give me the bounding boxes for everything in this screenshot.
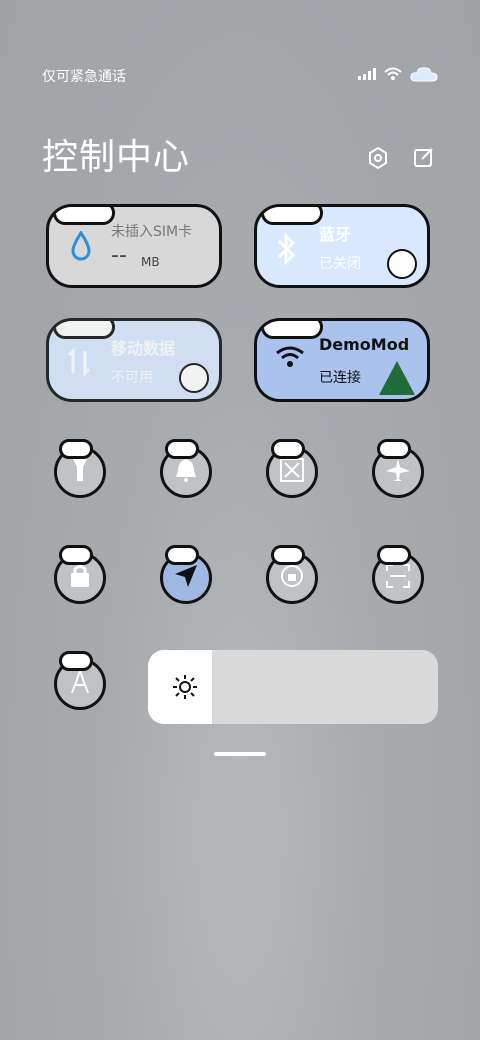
location-icon bbox=[173, 563, 199, 593]
cloud-icon bbox=[410, 66, 438, 86]
carrier-text: 仅可紧急通话 bbox=[42, 69, 126, 85]
bell-icon bbox=[174, 457, 198, 487]
lock-icon bbox=[69, 563, 91, 593]
lock-toggle[interactable] bbox=[54, 545, 106, 604]
wifi-icon bbox=[384, 67, 402, 85]
wifi-status: 已连接 bbox=[319, 370, 361, 386]
snowman-decoration bbox=[387, 249, 417, 279]
signal-icon bbox=[358, 68, 376, 84]
snow-cap bbox=[59, 439, 93, 459]
flashlight-toggle[interactable] bbox=[54, 439, 106, 498]
sim-value: -- bbox=[111, 243, 127, 268]
mobile-data-label: 移动数据 bbox=[111, 339, 176, 358]
a-icon bbox=[67, 668, 93, 699]
snow-cap bbox=[59, 651, 93, 671]
flashlight-icon bbox=[71, 457, 89, 487]
bluetooth-icon bbox=[275, 231, 299, 271]
sim-unit: MB bbox=[141, 255, 160, 269]
sim-status-text: 未插入SIM卡 bbox=[111, 224, 193, 240]
water-drop-icon bbox=[67, 230, 95, 267]
snow-cap bbox=[261, 321, 323, 339]
page-title: 控制中心 bbox=[42, 137, 191, 178]
bluetooth-tile[interactable]: 蓝牙 已关闭 bbox=[254, 204, 430, 288]
snow-cap bbox=[261, 207, 323, 225]
bell-toggle[interactable] bbox=[160, 439, 212, 498]
cut-icon bbox=[279, 457, 305, 487]
snow-cap bbox=[59, 545, 93, 565]
data-arrows-icon bbox=[67, 345, 91, 383]
scan-icon bbox=[385, 563, 411, 593]
snow-cap bbox=[377, 545, 411, 565]
snow-cap bbox=[53, 321, 115, 339]
auto-brightness-toggle[interactable] bbox=[54, 651, 106, 710]
snow-cap bbox=[53, 207, 115, 225]
screenshot-toggle[interactable] bbox=[266, 439, 318, 498]
sim-card-tile[interactable]: 未插入SIM卡 -- MB bbox=[46, 204, 222, 288]
mobile-data-tile[interactable]: 移动数据 不可用 bbox=[46, 318, 222, 402]
location-toggle[interactable] bbox=[160, 545, 212, 604]
snow-cap bbox=[377, 439, 411, 459]
brightness-slider[interactable] bbox=[148, 650, 438, 724]
wifi-icon bbox=[275, 345, 305, 373]
wifi-tile[interactable]: DemoMod 已连接 bbox=[254, 318, 430, 402]
wifi-ssid: DemoMod bbox=[319, 335, 410, 354]
sun-icon bbox=[172, 674, 198, 704]
edit-icon[interactable] bbox=[412, 146, 436, 174]
rotate-icon bbox=[279, 563, 305, 593]
status-icons bbox=[358, 66, 438, 86]
rotate-toggle[interactable] bbox=[266, 545, 318, 604]
snow-cap bbox=[271, 439, 305, 459]
settings-icon[interactable] bbox=[366, 146, 390, 174]
airplane-icon bbox=[384, 457, 412, 487]
bluetooth-label: 蓝牙 bbox=[319, 225, 352, 244]
mobile-data-status: 不可用 bbox=[111, 370, 153, 386]
bluetooth-status: 已关闭 bbox=[319, 256, 361, 272]
snow-cap bbox=[165, 545, 199, 565]
header-actions bbox=[366, 146, 436, 174]
tree-decoration bbox=[379, 361, 415, 395]
snow-cap bbox=[271, 545, 305, 565]
scan-toggle[interactable] bbox=[372, 545, 424, 604]
airplane-toggle[interactable] bbox=[372, 439, 424, 498]
snowman-decoration bbox=[179, 363, 209, 393]
status-bar: 仅可紧急通话 bbox=[42, 66, 438, 86]
snow-cap bbox=[165, 439, 199, 459]
bottom-handle[interactable] bbox=[214, 752, 266, 756]
